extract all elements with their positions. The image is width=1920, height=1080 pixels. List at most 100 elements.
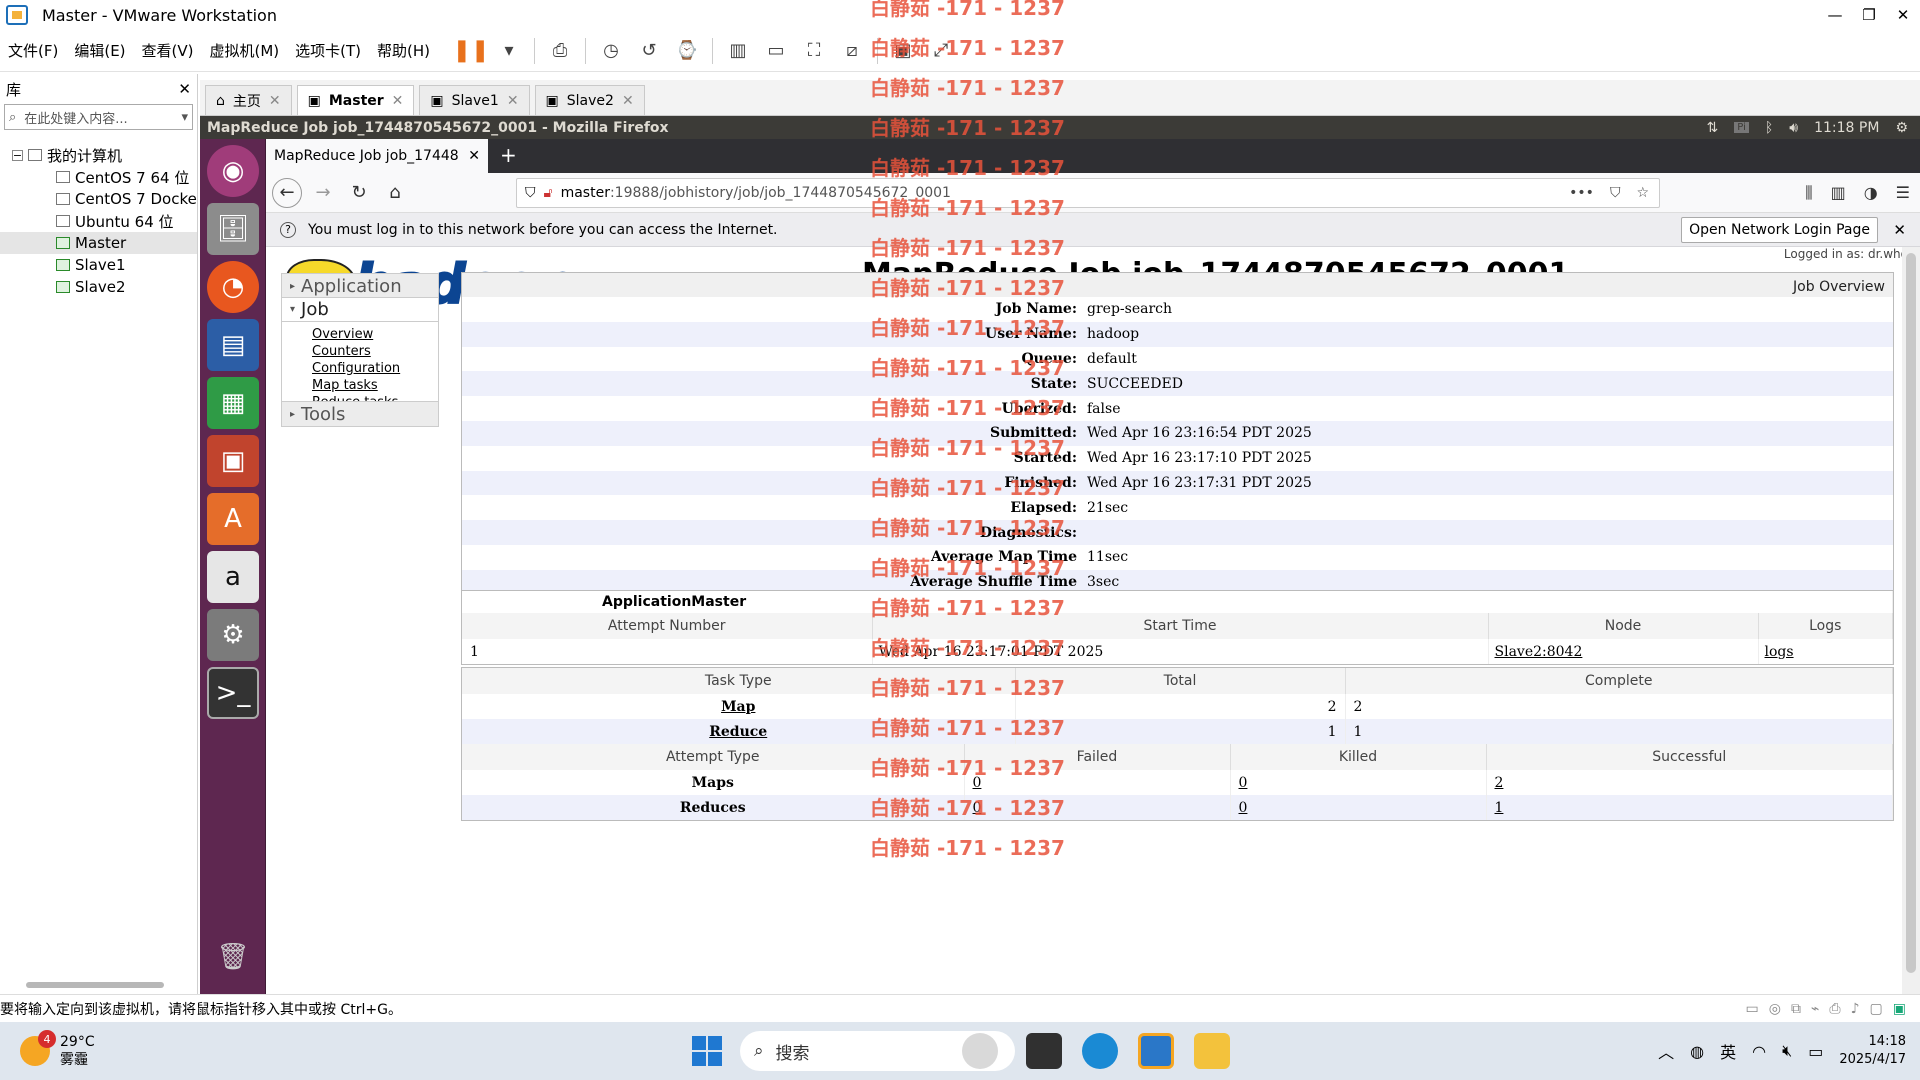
attempt-header-failed[interactable]: Failed [964, 744, 1231, 770]
bookmark-star-icon[interactable]: ☆ [1636, 185, 1649, 201]
nav-link-configuration[interactable]: Configuration [312, 360, 438, 377]
menu-vm[interactable]: 虚拟机(M) [202, 40, 288, 61]
guest-clock[interactable]: 11:18 PM [1814, 120, 1879, 136]
file-explorer-icon[interactable] [1194, 1033, 1230, 1069]
task-view-icon[interactable] [1026, 1033, 1062, 1069]
hdd-icon[interactable]: ▭ [1746, 1001, 1759, 1017]
task-type-map-link[interactable]: Map [721, 699, 755, 715]
console-view-icon[interactable]: ▣ [888, 36, 918, 66]
sound-icon[interactable]: ♪ [1851, 1001, 1860, 1017]
menu-tabs[interactable]: 选项卡(T) [287, 40, 369, 61]
windows-start-icon[interactable] [692, 1036, 722, 1066]
restore-button[interactable]: ❐ [1852, 0, 1886, 30]
tab-close-icon[interactable]: ✕ [468, 148, 480, 164]
scrollbar-thumb[interactable] [1906, 253, 1916, 973]
tray-chevron-icon[interactable]: ︿ [1658, 1039, 1674, 1063]
account-icon[interactable]: ◑ [1864, 183, 1878, 203]
network-adapter-icon[interactable]: ⧉ [1791, 1001, 1801, 1017]
software-center-icon[interactable]: A [207, 493, 259, 545]
reduces-successful-link[interactable]: 1 [1495, 800, 1504, 816]
snapshot-manager-icon[interactable]: ⌚ [672, 36, 702, 66]
tab-slave1[interactable]: ▣ Slave1 ✕ [419, 85, 530, 115]
weather-widget[interactable]: 4 29°C 雾霾 [20, 1030, 95, 1069]
usb-icon[interactable]: ⌁ [1811, 1001, 1819, 1017]
nav-link-counters[interactable]: Counters [312, 343, 438, 360]
tree-item-master[interactable]: Master [0, 232, 197, 254]
menu-view[interactable]: 查看(V) [134, 40, 202, 61]
library-scrollbar[interactable] [26, 982, 164, 988]
tree-item-slave2[interactable]: Slave2 [0, 276, 197, 298]
settings-gear-icon[interactable]: ⚙ [1895, 120, 1908, 136]
revert-snapshot-icon[interactable]: ↺ [634, 36, 664, 66]
am-header-start[interactable]: Start Time [872, 613, 1489, 639]
collapse-icon[interactable]: − [12, 149, 23, 162]
unity-icon[interactable]: ⧄ [837, 36, 867, 66]
insecure-lock-icon[interactable]: 🔓︎ [544, 185, 553, 201]
close-button[interactable]: ✕ [1886, 0, 1920, 30]
attempt-header-type[interactable]: Attempt Type [462, 744, 965, 770]
library-search-input[interactable]: ⌕ 在此处键入内容... ▾ [4, 104, 193, 130]
tree-root[interactable]: − 我的计算机 [0, 144, 197, 166]
cdrom-icon[interactable]: ◎ [1769, 1001, 1781, 1017]
nav-tools[interactable]: ▸ Tools [281, 401, 439, 427]
wifi-icon[interactable]: ◠ [1752, 1042, 1766, 1061]
search-dropdown-icon[interactable]: ▾ [181, 110, 188, 125]
ime-indicator[interactable]: 英 [1720, 1039, 1736, 1063]
url-bar[interactable]: ⛉ 🔓︎ master:19888/jobhistory/job/job_174… [516, 178, 1660, 208]
back-icon[interactable]: ← [272, 177, 302, 208]
task-header-total[interactable]: Total [1015, 668, 1346, 694]
nav-job[interactable]: ▾ Job Overview Counters Configuration Map… [281, 297, 439, 416]
tab-close-icon[interactable]: ✕ [269, 93, 281, 109]
search-highlight-icon[interactable] [962, 1033, 998, 1069]
pause-dropdown-icon[interactable]: ▾ [494, 36, 524, 66]
send-ctrl-alt-del-icon[interactable]: ⎙ [545, 36, 575, 66]
snapshot-icon[interactable]: ◷ [596, 36, 626, 66]
system-settings-icon[interactable]: ⚙ [207, 609, 259, 661]
amazon-icon[interactable]: a [207, 551, 259, 603]
tree-item-centos7-docker[interactable]: CentOS 7 Docke [0, 188, 197, 210]
taskbar-clock[interactable]: 14:18 2025/4/17 [1839, 1033, 1906, 1069]
reduces-killed-link[interactable]: 0 [1239, 800, 1248, 816]
reload-icon[interactable]: ↻ [344, 178, 374, 208]
tab-home[interactable]: ⌂ 主页 ✕ [205, 85, 292, 115]
am-header-attempt[interactable]: Attempt Number [462, 613, 873, 639]
display-icon[interactable]: ▢ [1870, 1001, 1883, 1017]
am-logs-link[interactable]: logs [1765, 644, 1794, 660]
library-close-icon[interactable]: ✕ [178, 80, 191, 98]
ubuntu-dash-icon[interactable]: ◉ [207, 145, 259, 197]
tab-close-icon[interactable]: ✕ [507, 93, 519, 109]
tree-item-centos7[interactable]: CentOS 7 64 位 [0, 166, 197, 188]
new-tab-icon[interactable]: + [500, 143, 517, 167]
tree-item-slave1[interactable]: Slave1 [0, 254, 197, 276]
menu-icon[interactable]: ☰ [1896, 183, 1910, 203]
pause-icon[interactable]: ❚❚ [453, 36, 490, 66]
am-node-link[interactable]: Slave2:8042 [1495, 644, 1583, 660]
tray-app-icon[interactable]: ◍ [1690, 1042, 1704, 1061]
shield-icon[interactable]: ⛉ [525, 185, 536, 201]
firefox-icon[interactable]: ◔ [207, 261, 259, 313]
attempt-header-killed[interactable]: Killed [1230, 744, 1487, 770]
tab-close-icon[interactable]: ✕ [622, 93, 634, 109]
nav-application[interactable]: ▸ Application [281, 273, 439, 299]
volume-icon[interactable]: 🔊︎ [1789, 120, 1798, 136]
open-login-page-button[interactable]: Open Network Login Page [1681, 216, 1878, 243]
writer-icon[interactable]: ▤ [207, 319, 259, 371]
page-actions-icon[interactable]: ••• [1569, 185, 1594, 201]
reduces-failed-link[interactable]: 0 [973, 800, 982, 816]
bluetooth-icon[interactable]: ᛒ [1765, 120, 1773, 136]
tab-close-icon[interactable]: ✕ [392, 93, 404, 109]
maps-successful-link[interactable]: 2 [1495, 775, 1504, 791]
nav-link-map-tasks[interactable]: Map tasks [312, 377, 438, 394]
files-icon[interactable]: 🗄︎ [207, 203, 259, 255]
pocket-icon[interactable]: ⛉ [1610, 185, 1621, 201]
page-scrollbar[interactable] [1902, 247, 1920, 994]
impress-icon[interactable]: ▣ [207, 435, 259, 487]
tab-slave2[interactable]: ▣ Slave2 ✕ [534, 85, 645, 115]
show-library-icon[interactable]: ▥ [723, 36, 753, 66]
nav-link-overview[interactable]: Overview [312, 326, 438, 343]
library-icon[interactable]: ⫼ [1805, 183, 1812, 203]
sidebar-icon[interactable]: ▥ [1831, 183, 1846, 203]
am-header-node[interactable]: Node [1488, 613, 1759, 639]
task-header-type[interactable]: Task Type [462, 668, 1016, 694]
task-type-reduce-link[interactable]: Reduce [709, 724, 767, 740]
